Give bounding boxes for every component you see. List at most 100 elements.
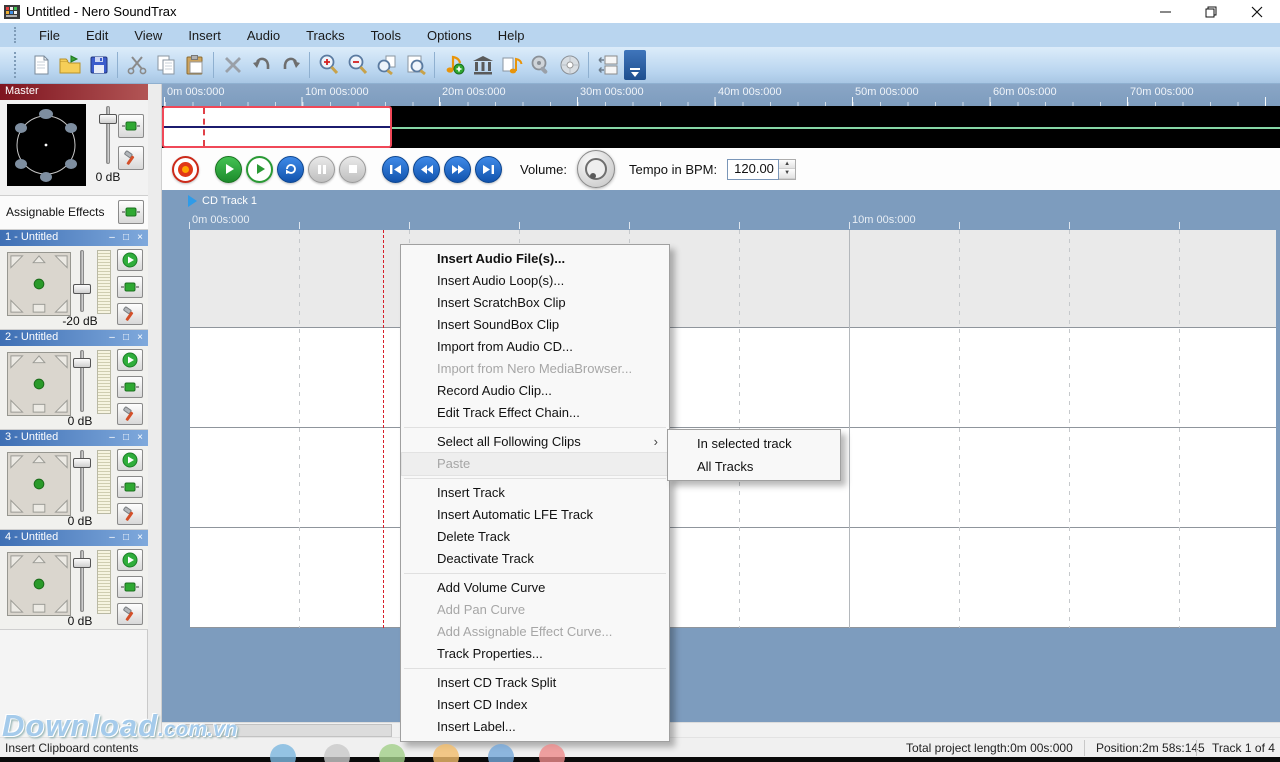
open-project-icon[interactable] [55, 50, 84, 80]
zoom-in-icon[interactable] [314, 50, 343, 80]
menu-item-insert-audio-loop[interactable]: Insert Audio Loop(s)... [402, 270, 668, 292]
track-maximize-icon[interactable]: □ [121, 431, 131, 444]
master-effect-button[interactable] [118, 114, 144, 138]
master-tools-button[interactable] [118, 146, 144, 170]
cut-icon[interactable] [122, 50, 151, 80]
scratchbox-icon[interactable] [497, 50, 526, 80]
menu-item-insert-track[interactable]: Insert Track [402, 482, 668, 504]
menu-item-delete-track[interactable]: Delete Track [402, 526, 668, 548]
play-button[interactable] [215, 156, 242, 183]
menu-options[interactable]: Options [414, 23, 485, 47]
track-maximize-icon[interactable]: □ [121, 231, 131, 244]
zoom-out-icon[interactable] [343, 50, 372, 80]
menu-file[interactable]: File [26, 23, 73, 47]
cd-track-marker-row[interactable]: CD Track 1 [188, 195, 257, 207]
stop-button[interactable] [339, 156, 366, 183]
menu-item-insert-scratchbox-clip[interactable]: Insert ScratchBox Clip [402, 292, 668, 314]
menu-tracks[interactable]: Tracks [293, 23, 358, 47]
track-layout-icon[interactable] [593, 50, 622, 80]
master-volume-slider[interactable] [99, 106, 117, 164]
scroll-left-icon[interactable]: ‹ [164, 723, 179, 738]
submenu-item-all-tracks[interactable]: All Tracks [669, 455, 839, 478]
overview-position-cursor[interactable] [203, 108, 205, 146]
track-2-panner[interactable] [7, 352, 71, 416]
menu-item-edit-track-effect-chain[interactable]: Edit Track Effect Chain... [402, 402, 668, 424]
master-surround-panner[interactable] [7, 104, 86, 186]
menu-edit[interactable]: Edit [73, 23, 121, 47]
menu-view[interactable]: View [121, 23, 175, 47]
menu-item-select-all-following-clips[interactable]: Select all Following Clips › [402, 431, 668, 453]
track-4-header[interactable]: 4 - Untitled –□× [0, 530, 148, 546]
menu-item-insert-cd-index[interactable]: Insert CD Index [402, 694, 668, 716]
save-project-icon[interactable] [84, 50, 113, 80]
tempo-down-icon[interactable]: ▼ [779, 169, 795, 179]
track-3-volume-slider[interactable] [73, 450, 91, 512]
volume-knob[interactable] [577, 150, 615, 188]
track-4-effect-button[interactable] [117, 576, 143, 598]
skip-to-end-button[interactable] [475, 156, 502, 183]
copy-icon[interactable] [151, 50, 180, 80]
track-lane-4[interactable] [190, 528, 1276, 628]
submenu-item-in-selected-track[interactable]: In selected track [669, 432, 839, 455]
toolbar-overflow-button[interactable] [624, 50, 646, 80]
playback-position-cursor[interactable] [383, 230, 384, 628]
pause-button[interactable] [308, 156, 335, 183]
track-minimize-icon[interactable]: – [107, 331, 117, 344]
cd-icon[interactable] [555, 50, 584, 80]
menu-item-deactivate-track[interactable]: Deactivate Track [402, 548, 668, 570]
menu-item-add-volume-curve[interactable]: Add Volume Curve [402, 577, 668, 599]
minimize-button[interactable] [1142, 0, 1188, 23]
track-maximize-icon[interactable]: □ [121, 531, 131, 544]
record-button[interactable] [172, 156, 199, 183]
project-overview[interactable] [162, 106, 1280, 148]
track-3-effect-button[interactable] [117, 476, 143, 498]
track-minimize-icon[interactable]: – [107, 531, 117, 544]
track-2-header[interactable]: 2 - Untitled –□× [0, 330, 148, 346]
tempo-input[interactable]: 120.00 [727, 159, 779, 180]
new-document-icon[interactable] [26, 50, 55, 80]
track-4-play-button[interactable] [117, 549, 143, 571]
track-4-tools-button[interactable] [117, 603, 143, 625]
track-1-volume-slider[interactable] [73, 250, 91, 312]
toolbar-gripper[interactable] [14, 52, 18, 77]
skip-to-start-button[interactable] [382, 156, 409, 183]
menu-item-insert-label[interactable]: Insert Label... [402, 716, 668, 738]
track-3-tools-button[interactable] [117, 503, 143, 525]
menu-item-insert-cd-track-split[interactable]: Insert CD Track Split [402, 672, 668, 694]
menu-item-insert-soundbox-clip[interactable]: Insert SoundBox Clip [402, 314, 668, 336]
paste-icon[interactable] [180, 50, 209, 80]
track-minimize-icon[interactable]: – [107, 431, 117, 444]
track-2-tools-button[interactable] [117, 403, 143, 425]
track-minimize-icon[interactable]: – [107, 231, 117, 244]
menu-item-import-audio-cd[interactable]: Import from Audio CD... [402, 336, 668, 358]
redo-icon[interactable] [276, 50, 305, 80]
delete-icon[interactable] [218, 50, 247, 80]
insert-audio-file-icon[interactable] [439, 50, 468, 80]
track-1-effect-button[interactable] [117, 276, 143, 298]
track-lane-1[interactable] [190, 230, 1276, 328]
track-1-panner[interactable] [7, 252, 71, 316]
menu-insert[interactable]: Insert [175, 23, 234, 47]
menu-item-insert-audio-file[interactable]: Insert Audio File(s)... [402, 248, 668, 270]
timeline-hscrollbar[interactable]: ‹ [162, 722, 1280, 737]
track-3-play-button[interactable] [117, 449, 143, 471]
tempo-spinner[interactable]: ▲▼ [779, 159, 796, 180]
track-1-tools-button[interactable] [117, 303, 143, 325]
menu-help[interactable]: Help [485, 23, 538, 47]
loop-playback-button[interactable] [277, 156, 304, 183]
play-from-start-button[interactable] [246, 156, 273, 183]
track-2-effect-button[interactable] [117, 376, 143, 398]
tempo-up-icon[interactable]: ▲ [779, 160, 795, 170]
assignable-effects-button[interactable] [118, 200, 144, 224]
cd-track-marker-icon[interactable] [188, 195, 197, 207]
close-button[interactable] [1234, 0, 1280, 23]
zoom-full-icon[interactable] [401, 50, 430, 80]
menu-audio[interactable]: Audio [234, 23, 293, 47]
restore-button[interactable] [1188, 0, 1234, 23]
track-1-play-button[interactable] [117, 249, 143, 271]
soundbox-icon[interactable] [468, 50, 497, 80]
scrollbar-thumb[interactable] [178, 724, 392, 737]
track-close-icon[interactable]: × [135, 331, 145, 344]
timeline-ruler[interactable]: 0m 00s:000 10m 00s:000 [162, 212, 1280, 230]
zoom-selection-icon[interactable] [372, 50, 401, 80]
